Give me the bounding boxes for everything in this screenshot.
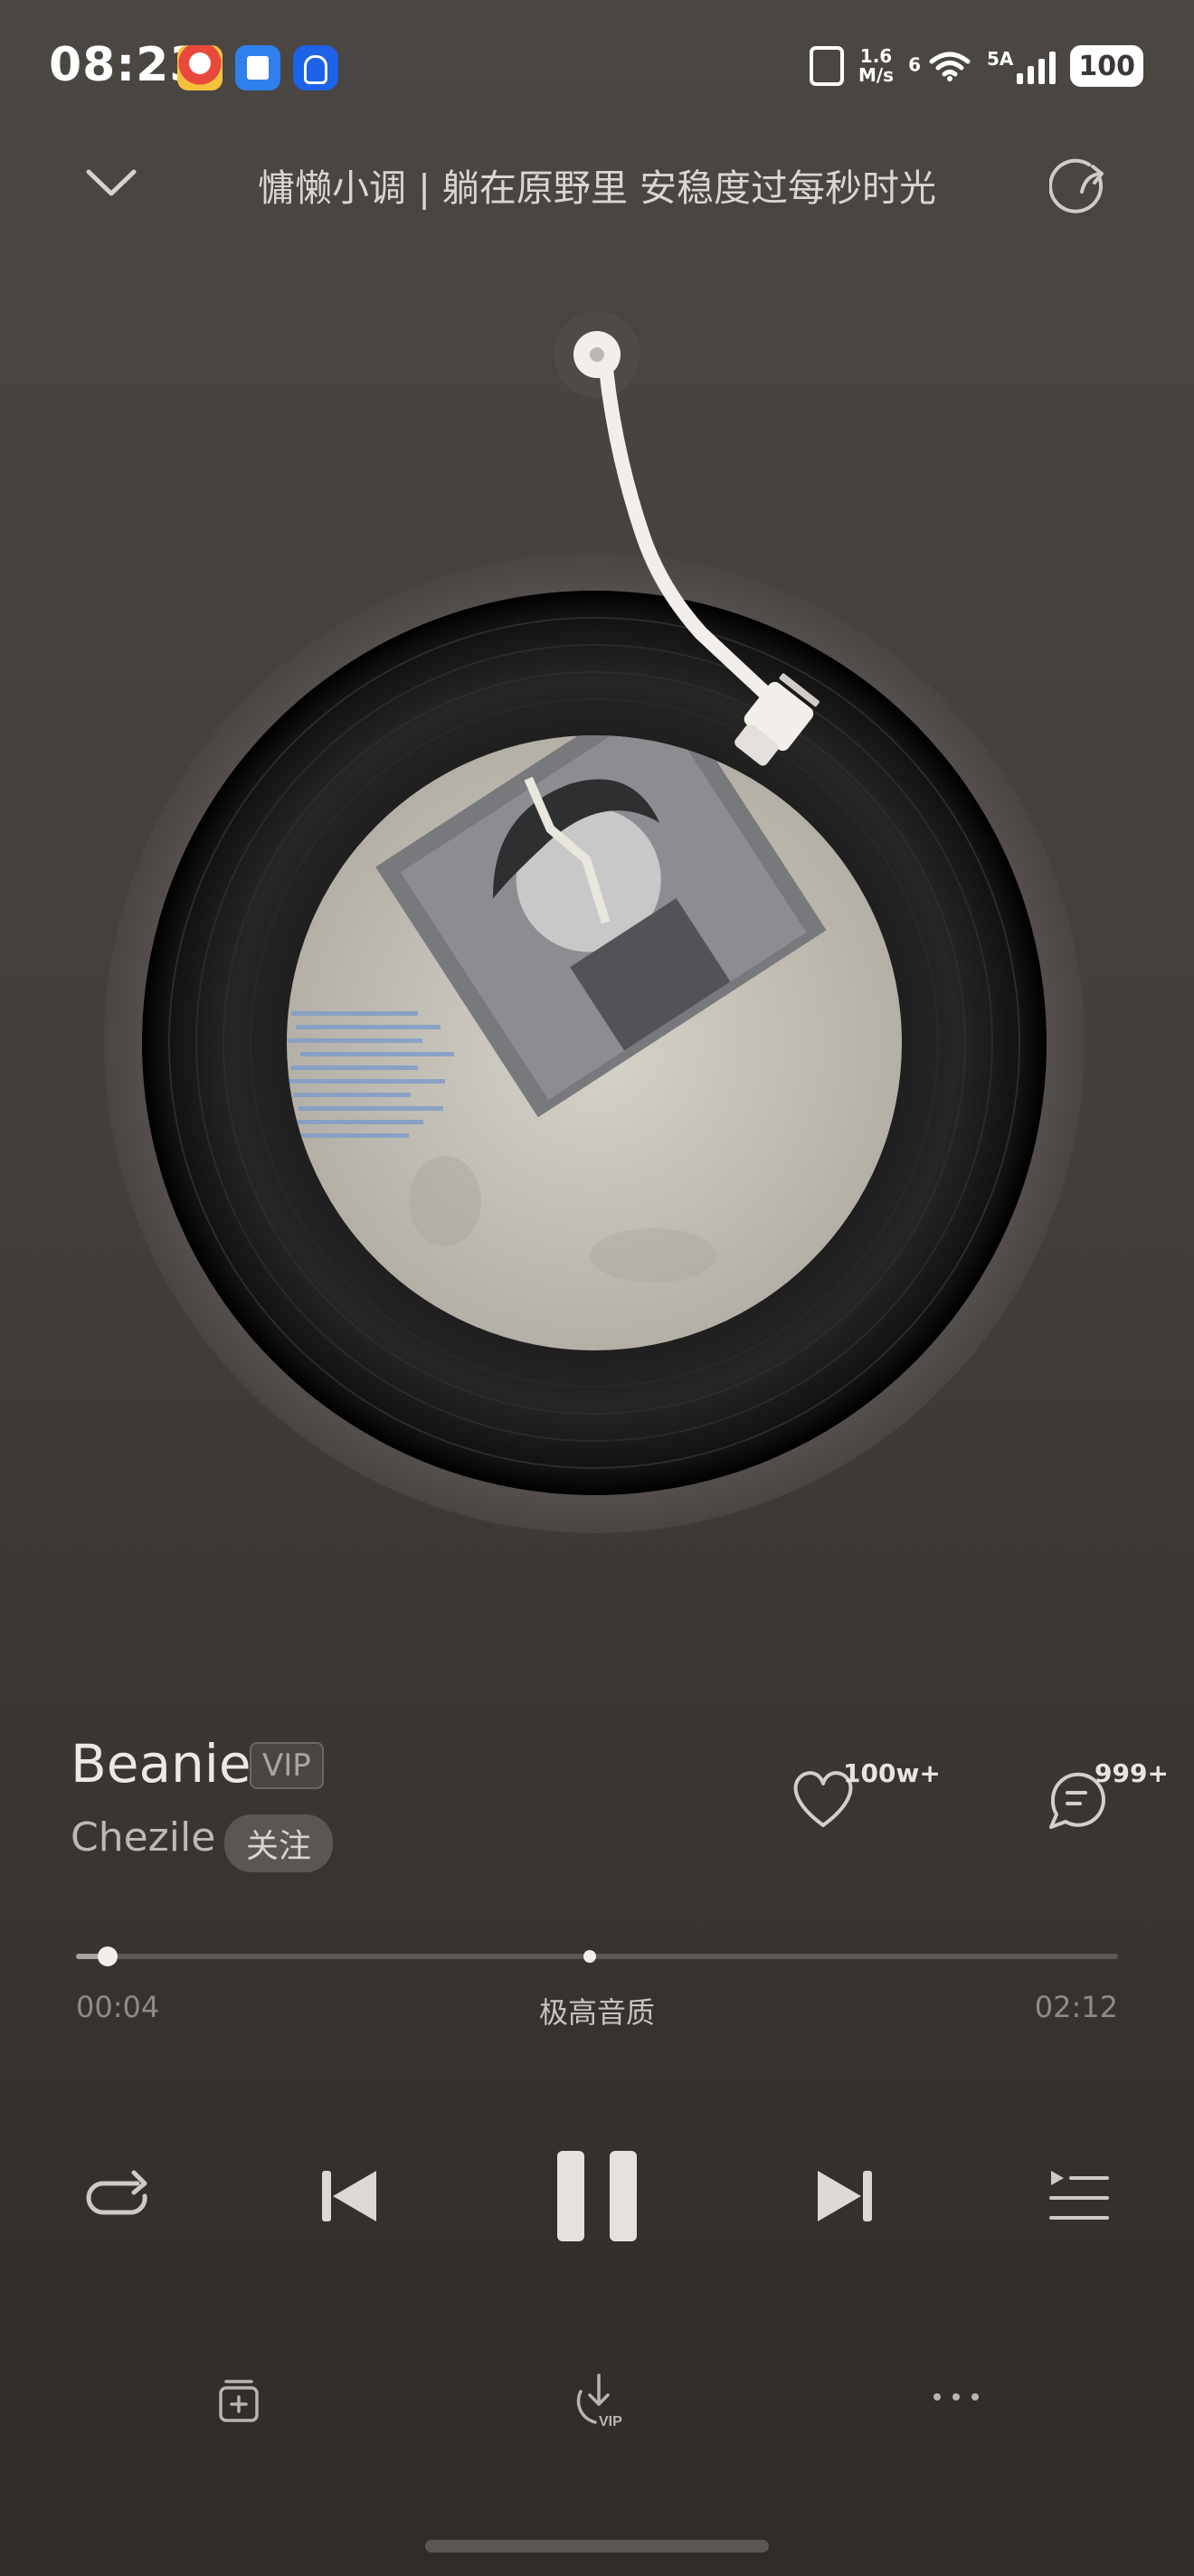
status-app-icons <box>177 45 338 90</box>
total-time: 02:12 <box>1034 1990 1118 2024</box>
like-count: 100w+ <box>843 1758 941 1788</box>
status-indicators: 1.6 M/s 6 5A 100 <box>809 45 1143 87</box>
follow-button[interactable]: 关注 <box>224 1814 334 1872</box>
lightbulb-app-icon <box>293 45 338 90</box>
app-notification-icon <box>177 45 223 90</box>
more-icon[interactable] <box>930 2388 982 2406</box>
net-speed: 1.6 M/s <box>858 45 895 86</box>
artist-name[interactable]: Chezile <box>71 1814 215 1861</box>
tonearm <box>554 311 820 766</box>
comment-count: 999+ <box>1094 1758 1169 1788</box>
progress-bar[interactable] <box>76 1946 1118 1966</box>
playlist-icon[interactable] <box>1046 2167 1111 2225</box>
vip-badge: VIP <box>250 1742 324 1789</box>
song-title: Beanie <box>71 1733 251 1795</box>
cellular-signal-icon: 5A <box>987 48 1057 84</box>
wifi-icon: 6 <box>908 50 972 82</box>
previous-icon[interactable] <box>317 2164 382 2229</box>
home-indicator[interactable] <box>425 2540 769 2552</box>
highlight-marker[interactable] <box>583 1950 596 1963</box>
next-icon[interactable] <box>812 2164 877 2229</box>
repeat-icon[interactable] <box>81 2165 154 2229</box>
add-to-playlist-icon[interactable] <box>215 2377 262 2424</box>
elapsed-time: 00:04 <box>76 1990 160 2024</box>
share-icon[interactable] <box>1049 156 1113 219</box>
notes-app-icon <box>235 45 280 90</box>
battery-indicator: 100 <box>1070 45 1143 87</box>
vibrate-icon <box>809 46 844 86</box>
pause-icon[interactable] <box>554 2147 640 2245</box>
chevron-down-icon[interactable] <box>83 165 139 201</box>
audio-quality-button[interactable]: 极高音质 <box>507 1990 687 2031</box>
playlist-title[interactable]: 慵懒小调 | 躺在原野里 安稳度过每秒时光 <box>181 157 1013 212</box>
download-vip-icon[interactable]: VIP <box>568 2370 631 2433</box>
svg-text:VIP: VIP <box>599 2414 622 2429</box>
progress-thumb[interactable] <box>97 1946 118 1966</box>
